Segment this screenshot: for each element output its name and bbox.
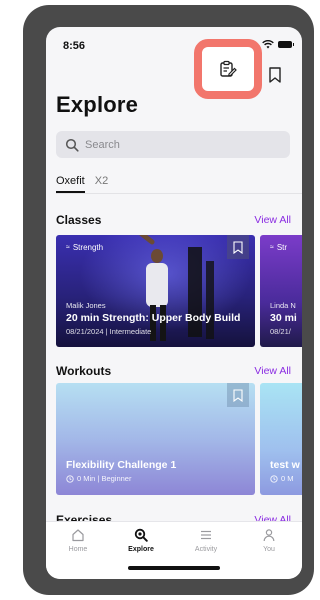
workout-card[interactable]: test w 0 M [260, 383, 302, 495]
tabbar-item-explore[interactable]: Explore [116, 528, 166, 553]
clock-icon [66, 474, 74, 483]
wifi-icon [262, 40, 274, 49]
class-title: 20 min Strength: Upper Body Build [66, 312, 241, 324]
tabbar-item-you[interactable]: You [244, 528, 294, 553]
tabbar-label: Activity [194, 546, 218, 553]
category-label: Str [276, 243, 288, 252]
edit-button[interactable] [194, 39, 262, 99]
search-input[interactable] [85, 138, 265, 151]
chevrons-up-icon: ≈ [66, 244, 70, 251]
workout-meta: 0 Min | Beginner [66, 474, 131, 483]
class-title: 30 mi [270, 312, 297, 324]
chevrons-up-icon: ≈ [270, 244, 274, 251]
class-meta: 08/21/2024 | Intermediate [66, 327, 152, 336]
coach-name: Malik Jones [66, 301, 106, 310]
tab-divider [56, 193, 302, 194]
workouts-section-title: Workouts [56, 364, 112, 378]
status-icons [262, 40, 294, 49]
class-meta: 08/21/ [270, 327, 291, 336]
workout-card[interactable]: Flexibility Challenge 1 0 Min | Beginner [56, 383, 255, 495]
search-icon [65, 138, 79, 152]
class-card[interactable]: ≈ Strength Malik Jones 20 min Strength: … [56, 235, 255, 347]
status-time: 8:56 [63, 40, 86, 52]
tabbar-label: Home [68, 546, 88, 553]
workout-title: test w [270, 459, 300, 471]
home-indicator [128, 566, 220, 570]
battery-icon [278, 41, 294, 48]
coach-name: Linda N [270, 301, 296, 310]
home-icon [72, 529, 84, 542]
tab-x2[interactable]: X2 [95, 175, 108, 193]
page-title: Explore [56, 92, 139, 117]
instructor-arm-graphic [122, 235, 156, 246]
bottom-tab-bar: Home Explore Activity You [46, 521, 302, 579]
tabbar-item-activity[interactable]: Activity [181, 528, 231, 553]
workout-meta-text: 0 M [281, 474, 294, 483]
bookmark-icon [233, 240, 243, 254]
workout-meta: 0 M [270, 474, 294, 483]
explore-search-icon [134, 528, 148, 542]
tab-oxefit[interactable]: Oxefit [56, 175, 85, 193]
tabbar-label: Explore [128, 546, 154, 553]
brand-tabs: Oxefit X2 [56, 175, 108, 193]
tabbar-label: You [263, 546, 275, 553]
classes-section-title: Classes [56, 213, 102, 227]
class-card[interactable]: ≈ Str Linda N 30 mi 08/21/ [260, 235, 302, 347]
classes-view-all-link[interactable]: View All [254, 214, 291, 226]
activity-list-icon [201, 530, 211, 540]
phone-screen: 8:56 Explore Oxefit X2 Classes [46, 27, 302, 579]
search-bar[interactable] [56, 131, 290, 158]
gym-rack-graphic [206, 261, 214, 339]
person-icon [263, 529, 275, 542]
instructor-head-graphic [151, 249, 163, 263]
instructor-body-graphic [146, 263, 168, 307]
bookmark-icon[interactable] [268, 67, 282, 83]
workout-meta-text: 0 Min | Beginner [77, 474, 132, 483]
category-chip: ≈ Str [270, 243, 287, 252]
card-bookmark-button[interactable] [227, 235, 249, 259]
bookmark-icon [233, 388, 243, 402]
clock-icon [270, 474, 278, 483]
card-bookmark-button[interactable] [227, 383, 249, 407]
workout-title: Flexibility Challenge 1 [66, 459, 177, 471]
edit-note-icon [220, 60, 237, 77]
category-label: Strength [72, 243, 104, 252]
tabbar-item-home[interactable]: Home [53, 528, 103, 553]
category-chip: ≈ Strength [66, 243, 103, 252]
workouts-view-all-link[interactable]: View All [254, 365, 291, 377]
